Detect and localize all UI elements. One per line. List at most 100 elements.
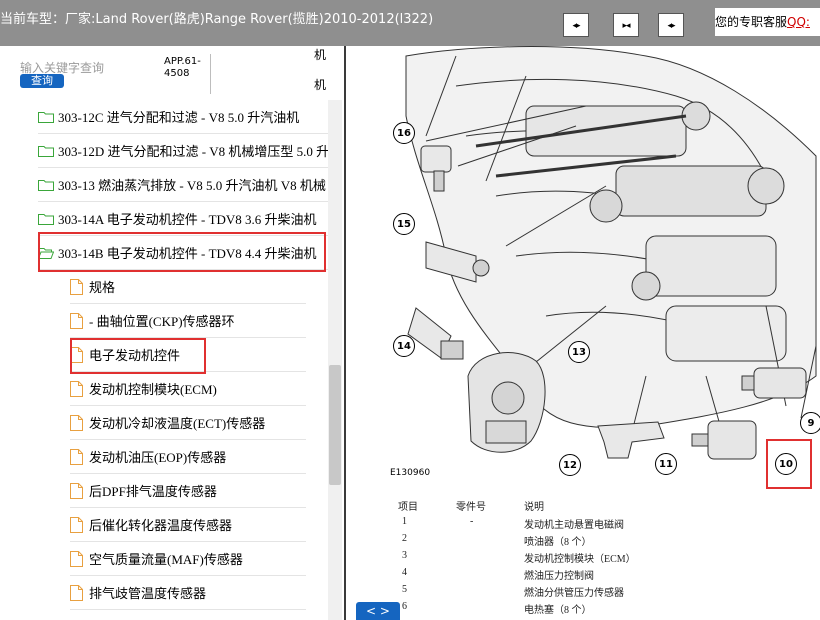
callout-16: 16 xyxy=(393,122,415,144)
scrollbar-thumb[interactable] xyxy=(329,365,341,485)
callout-13: 13 xyxy=(568,341,590,363)
row-desc: 发动机控制模块（ECM） xyxy=(524,554,636,565)
col-description: 说明 xyxy=(524,502,544,513)
tree-page-rear-dpf-temp[interactable]: 后DPF排气温度传感器 xyxy=(70,474,306,508)
open-folder-icon xyxy=(38,247,54,259)
tree-page-electronic-engine-controls[interactable]: 电子发动机控件 xyxy=(70,338,306,372)
next-arrow-icon: ◂▸ xyxy=(667,19,675,30)
folder-icon xyxy=(38,213,54,225)
qq-link[interactable]: QQ: xyxy=(787,15,810,29)
search-area: 查询 APP.61-4508 机 机 xyxy=(0,46,344,104)
tree-label: 303-14B 电子发动机控件 - TDV8 4.4 升柴油机 xyxy=(58,246,317,261)
tree-label: 后催化转化器温度传感器 xyxy=(89,518,233,533)
callout-15: 15 xyxy=(393,213,415,235)
tree-page-ect-sensor[interactable]: 发动机冷却液温度(ECT)传感器 xyxy=(70,406,306,440)
tree-folder-303-14a[interactable]: 303-14A 电子发动机控件 - TDV8 3.6 升柴油机 xyxy=(38,202,328,236)
page-nav-button[interactable]: < > xyxy=(356,602,400,620)
vehicle-value: 厂家:Land Rover(路虎)Range Rover(揽胜)2010-201… xyxy=(65,12,434,27)
tree-page-ecm[interactable]: 发动机控制模块(ECM) xyxy=(70,372,306,406)
page-icon xyxy=(70,516,83,533)
tree-folder-303-12d[interactable]: 303-12D 进气分配和过滤 - V8 机械增压型 5.0 升 xyxy=(38,134,328,168)
row-item: 3 xyxy=(402,550,407,561)
tree-page-rear-cat-temp[interactable]: 后催化转化器温度传感器 xyxy=(70,508,306,542)
app-code: APP.61-4508 xyxy=(164,56,201,79)
callout-12: 12 xyxy=(559,454,581,476)
tree-label: 空气质量流量(MAF)传感器 xyxy=(89,552,243,567)
tree-label: 303-12C 进气分配和过滤 - V8 5.0 升汽油机 xyxy=(58,110,300,125)
tree-page-exhaust-manifold-temp[interactable]: 排气歧管温度传感器 xyxy=(70,576,306,610)
engine-illustration xyxy=(405,46,817,460)
truncated-text: 机 xyxy=(314,78,327,92)
truncated-text: 机 xyxy=(314,48,327,62)
row-item: 6 xyxy=(402,601,407,612)
parts-table-row: 4 燃油压力控制阀 xyxy=(346,567,820,584)
parts-table-row: 5 燃油分供管压力传感器 xyxy=(346,584,820,601)
tree-label: 发动机控制模块(ECM) xyxy=(89,382,217,397)
prev-arrow-icon: ◂▸ xyxy=(572,19,580,30)
tree-folder-303-13[interactable]: 303-13 燃油蒸汽排放 - V8 5.0 升汽油机 V8 机械 xyxy=(38,168,328,202)
row-desc: 喷油器（8 个） xyxy=(524,537,592,548)
row-desc: 燃油压力控制阀 xyxy=(524,571,594,582)
tree-scrollbar[interactable] xyxy=(328,100,342,620)
row-item: 1 xyxy=(402,516,407,527)
tree-label: 303-13 燃油蒸汽排放 - V8 5.0 升汽油机 V8 机械 xyxy=(58,178,326,193)
tree-page-ckp-ring[interactable]: - 曲轴位置(CKP)传感器环 xyxy=(70,304,306,338)
split-view-button[interactable]: ▸◂ xyxy=(613,13,639,37)
page-icon xyxy=(70,312,83,329)
tree-label: 电子发动机控件 xyxy=(89,348,181,363)
page-icon xyxy=(70,550,83,567)
callout-9: 9 xyxy=(800,412,820,434)
service-text: 您的专职客服 xyxy=(715,15,788,29)
folder-icon xyxy=(38,179,54,191)
split-arrows-icon: ▸◂ xyxy=(622,19,630,30)
row-desc: 电热塞（8 个） xyxy=(524,605,592,616)
tree-label: 303-12D 进气分配和过滤 - V8 机械增压型 5.0 升 xyxy=(58,144,328,159)
folder-icon xyxy=(38,145,54,157)
tree-label: 规格 xyxy=(89,280,116,295)
diagram-panel: 16 15 14 13 12 11 10 9 E130960 项目 零件号 说明… xyxy=(346,46,820,620)
tree-label: 发动机冷却液温度(ECT)传感器 xyxy=(89,416,266,431)
divider xyxy=(210,54,211,94)
tree-view: 303-12C 进气分配和过滤 - V8 5.0 升汽油机 303-12D 进气… xyxy=(0,100,328,620)
callout-14: 14 xyxy=(393,335,415,357)
row-desc: 燃油分供管压力传感器 xyxy=(524,588,624,599)
tree-label: - 曲轴位置(CKP)传感器环 xyxy=(89,314,235,329)
page-icon xyxy=(70,414,83,431)
parts-table-row: 2 喷油器（8 个） xyxy=(346,533,820,550)
tree-label: 303-14A 电子发动机控件 - TDV8 3.6 升柴油机 xyxy=(58,212,317,227)
col-part-number: 零件号 xyxy=(456,502,486,513)
page-icon xyxy=(70,448,83,465)
search-button[interactable]: 查询 xyxy=(20,74,64,88)
row-item: 2 xyxy=(402,533,407,544)
callout-10: 10 xyxy=(775,453,797,475)
customer-service: 您的专职客服QQ: xyxy=(715,8,820,36)
page-icon xyxy=(70,482,83,499)
tree-folder-303-14b[interactable]: 303-14B 电子发动机控件 - TDV8 4.4 升柴油机 xyxy=(38,236,328,270)
callout-11: 11 xyxy=(655,453,677,475)
tree-page-maf-sensor[interactable]: 空气质量流量(MAF)传感器 xyxy=(70,542,306,576)
page-icon xyxy=(70,584,83,601)
vehicle-info: 当前车型：厂家:Land Rover(路虎)Range Rover(揽胜)201… xyxy=(0,8,433,27)
parts-table-row: 6 电热塞（8 个） xyxy=(346,601,820,618)
tree-folder-303-12c[interactable]: 303-12C 进气分配和过滤 - V8 5.0 升汽油机 xyxy=(38,100,328,134)
row-part: - xyxy=(470,516,474,527)
row-desc: 发动机主动悬置电磁阀 xyxy=(524,520,624,531)
tree-label: 排气歧管温度传感器 xyxy=(89,586,207,601)
next-page-button[interactable]: ◂▸ xyxy=(658,13,684,37)
page-icon xyxy=(70,278,83,295)
page-icon xyxy=(70,346,83,363)
parts-table-row: 3 发动机控制模块（ECM） xyxy=(346,550,820,567)
vehicle-label: 当前车型： xyxy=(0,12,66,27)
left-panel: 查询 APP.61-4508 机 机 303-12C 进气分配和过滤 - V8 … xyxy=(0,46,344,620)
parts-table-row: 1 - 发动机主动悬置电磁阀 xyxy=(346,516,820,533)
tree-label: 后DPF排气温度传感器 xyxy=(89,484,217,499)
col-item: 项目 xyxy=(398,502,418,513)
tree-page-specs[interactable]: 规格 xyxy=(70,270,306,304)
folder-icon xyxy=(38,111,54,123)
prev-page-button[interactable]: ◂▸ xyxy=(563,13,589,37)
row-item: 4 xyxy=(402,567,407,578)
page-icon xyxy=(70,380,83,397)
figure-id: E130960 xyxy=(390,468,431,478)
row-item: 5 xyxy=(402,584,407,595)
tree-page-eop-sensor[interactable]: 发动机油压(EOP)传感器 xyxy=(70,440,306,474)
